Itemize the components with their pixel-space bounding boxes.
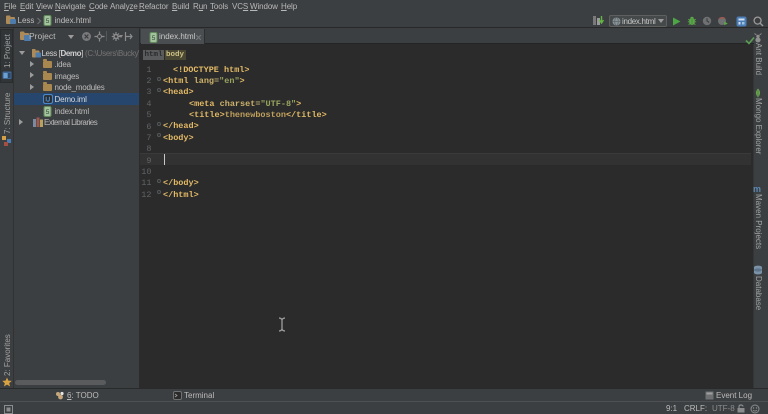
svg-text:5: 5 (152, 35, 156, 42)
svg-text:m: m (753, 184, 761, 193)
svg-text:5: 5 (46, 109, 50, 116)
svg-text:5: 5 (45, 18, 49, 25)
